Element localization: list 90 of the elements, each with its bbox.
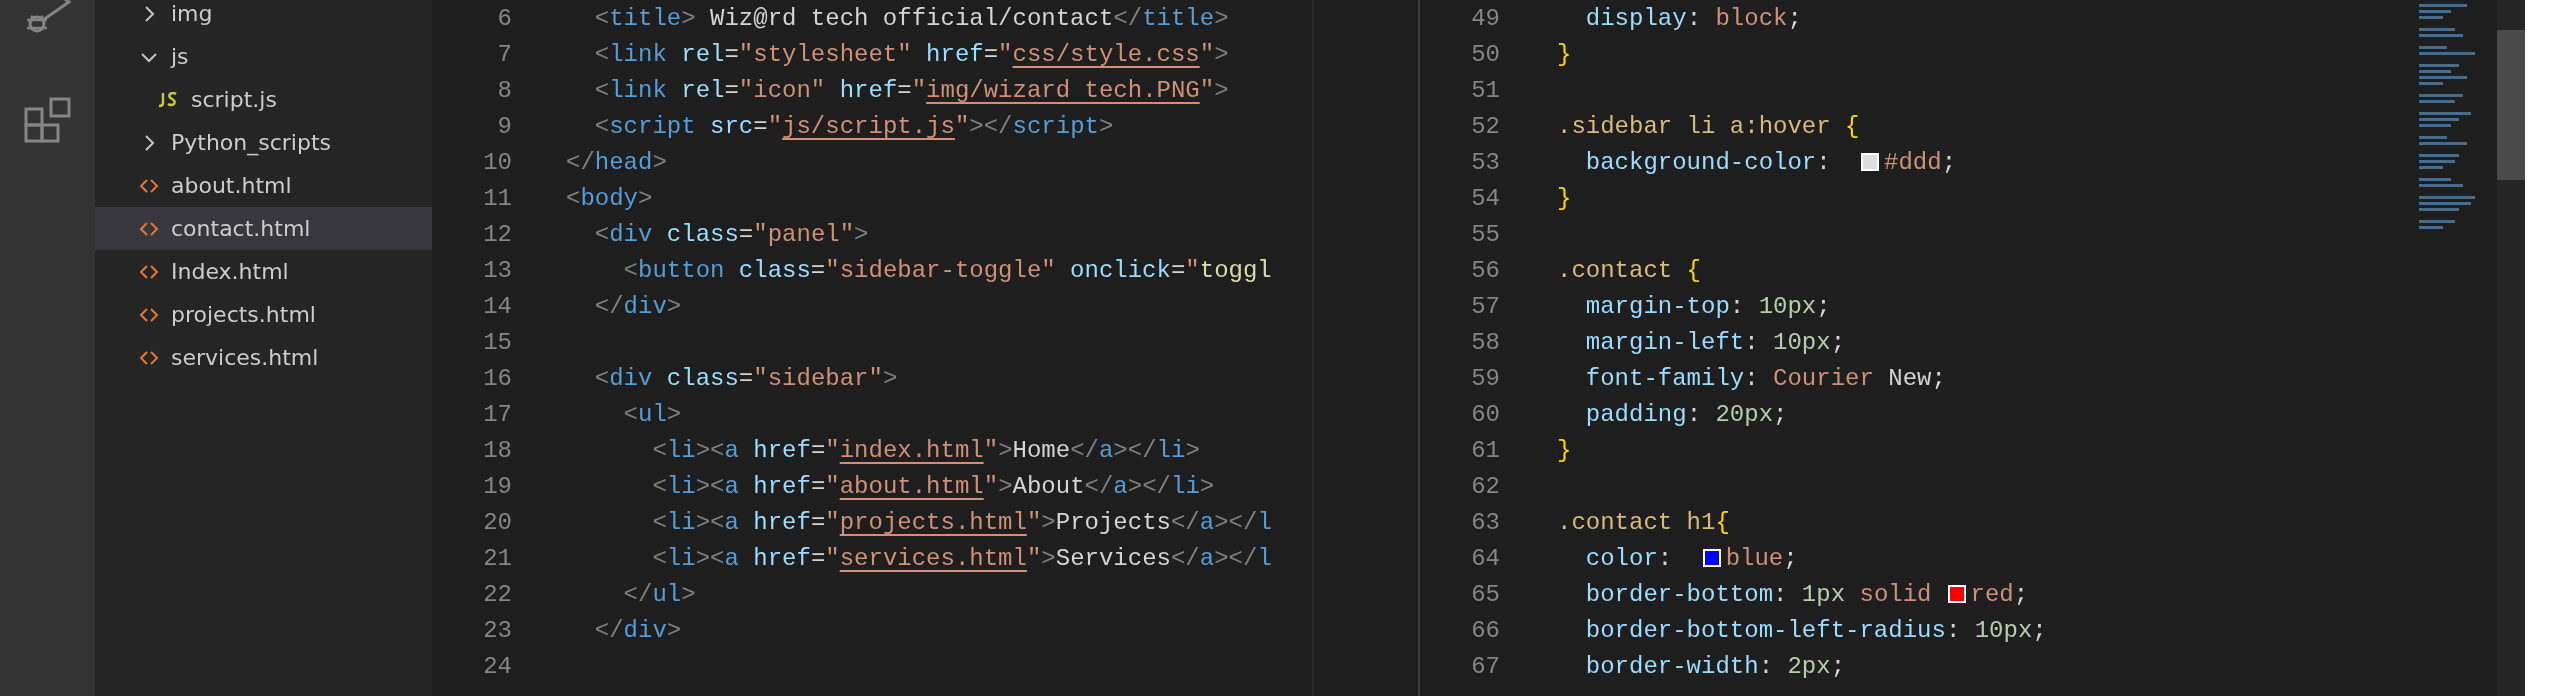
code-line: blue; [1725,544,1798,572]
folder-item[interactable]: img [95,0,432,35]
line-number: 7 [496,40,512,68]
line-number: 66 [1470,616,1500,644]
line-number: 61 [1470,436,1500,464]
extensions-icon[interactable] [22,96,73,146]
line-number: 18 [482,436,512,464]
line-number: 58 [1470,328,1500,356]
color-swatch[interactable] [1861,153,1880,171]
code-line: <ul> [622,400,682,428]
code-line: </div> [593,616,682,644]
color-swatch[interactable] [1947,585,1966,603]
code-line: } [1557,184,1572,212]
line-number: 24 [482,652,512,680]
file-item[interactable]: about.html [95,164,432,207]
code-line: .sidebar li a:hover { [1557,112,1860,140]
code-line: </ul> [622,580,696,608]
code-line: <title> Wiz@rd tech official/contact</title> [593,4,1229,32]
line-number: 6 [496,4,512,32]
code-line: </head> [566,148,667,176]
code-line: } [1557,436,1572,464]
line-number: 20 [482,508,512,536]
code-line: <link rel="icon" href="img/wizard tech.PNG"> [593,76,1229,104]
line-number: 53 [1470,148,1500,176]
code-line: <div class="sidebar"> [593,364,898,392]
line-number: 21 [482,544,512,572]
code-line: .contact { [1557,256,1702,284]
code-line: <script src="js/script.js"></script> [593,112,1114,140]
line-number: 62 [1470,472,1500,500]
folder-item[interactable]: Python_scripts [95,121,432,164]
file-item[interactable]: contact.html [95,207,432,250]
code-line: border-bottom-left-radius: 10px; [1584,616,2047,644]
code-line: <div class="panel"> [593,220,869,248]
file-item[interactable]: Index.html [95,250,432,293]
code-line: } [1557,40,1572,68]
code-line: border-bottom: 1px solid [1584,580,1932,608]
file-item[interactable]: projects.html [95,293,432,336]
line-number: 63 [1470,508,1500,536]
code-line: margin-top: 10px; [1584,292,1831,320]
code-line: <link rel="stylesheet" href="css/style.css"> [593,40,1229,68]
js-file-icon [157,91,179,108]
code-line: #ddd; [1884,148,1957,176]
line-number: 59 [1470,364,1500,392]
code-line: .contact h1{ [1557,508,1730,536]
code-line: <li><a href="services.html">Services</a></l [651,544,1272,572]
code-line: background-color: [1584,148,1832,176]
code-line: <body> [566,184,653,212]
line-number: 60 [1470,400,1500,428]
line-number: 51 [1470,76,1500,104]
code-line: <button class="sidebar-toggle" onclick="toggl [622,256,1272,284]
line-number: 19 [482,472,512,500]
code-line: border-width: 2px; [1584,652,1846,680]
line-number: 8 [496,76,512,104]
code-line: color: [1584,544,1674,572]
code-line: display: block; [1584,4,1802,32]
line-number: 49 [1470,4,1500,32]
line-number: 57 [1470,292,1500,320]
line-number: 54 [1470,184,1500,212]
line-number: 16 [482,364,512,392]
line-number: 15 [482,328,512,356]
line-number: 23 [482,616,512,644]
line-number: 56 [1470,256,1500,284]
code-line: padding: 20px; [1584,400,1788,428]
code-line: font-family: Courier New; [1584,364,1946,392]
line-number: 11 [482,184,512,212]
folder-item[interactable]: js [95,35,432,78]
scrollbar-thumb[interactable] [2497,30,2525,180]
scrollbar[interactable] [2497,0,2525,696]
line-number: 55 [1470,220,1500,248]
line-number: 65 [1470,580,1500,608]
line-number: 10 [482,148,512,176]
line-number: 50 [1470,40,1500,68]
line-number: 13 [482,256,512,284]
file-item[interactable]: script.js [95,78,432,121]
code-line: </div> [593,292,682,320]
line-number: 12 [482,220,512,248]
line-number: 9 [496,112,512,140]
line-number: 22 [482,580,512,608]
line-number: 67 [1470,652,1500,680]
code-line: margin-left: 10px; [1584,328,1846,356]
code-line: <li><a href="about.html">About</a></li> [651,472,1215,500]
line-number: 14 [482,292,512,320]
code-line: <li><a href="index.html">Home</a></li> [651,436,1200,464]
line-number: 52 [1470,112,1500,140]
code-line: red; [1970,580,2029,608]
color-swatch[interactable] [1702,549,1721,567]
line-number: 17 [482,400,512,428]
line-number: 64 [1470,544,1500,572]
code-line: <li><a href="projects.html">Projects</a></l [651,508,1272,536]
file-item[interactable]: services.html [95,336,432,379]
